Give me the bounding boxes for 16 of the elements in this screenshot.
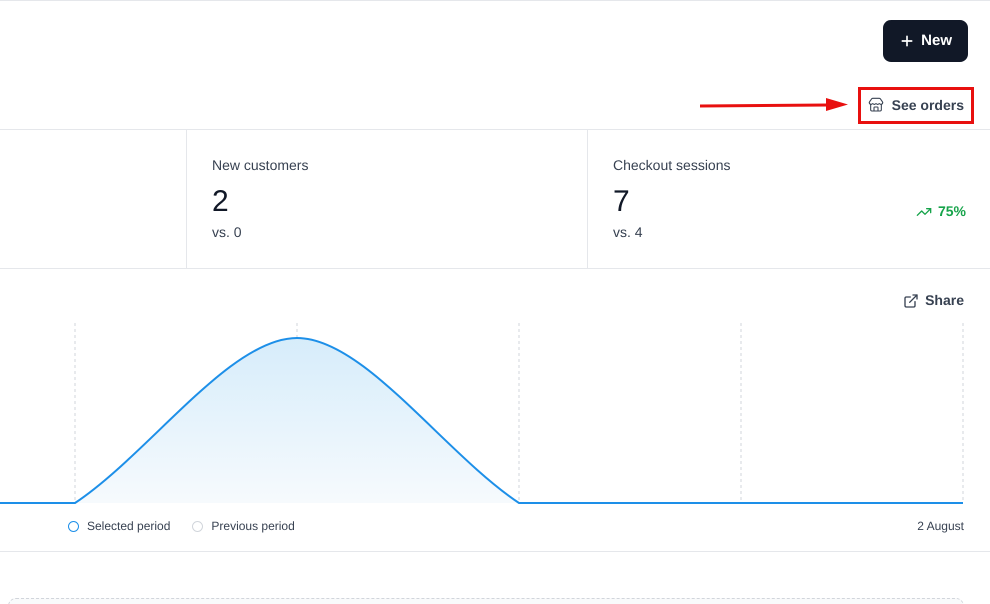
stat-value: 2 <box>212 184 230 220</box>
plus-icon <box>899 33 916 49</box>
stat-comparison: vs. 4 <box>613 223 644 242</box>
change-percentage: 75% <box>938 202 966 221</box>
stat-value: 7 <box>613 184 631 220</box>
share-button[interactable]: Share <box>903 290 964 311</box>
external-link-icon <box>903 292 920 308</box>
stat-comparison: vs. 0 <box>212 223 243 242</box>
legend-label: Previous period <box>211 518 295 535</box>
stat-label: New customers <box>212 156 308 175</box>
see-orders-button[interactable]: See orders <box>858 86 974 124</box>
legend-label: Selected period <box>87 518 170 535</box>
stat-label: Checkout sessions <box>613 156 731 175</box>
date-label: 2 August <box>917 518 964 535</box>
new-button[interactable]: New <box>883 20 968 62</box>
store-icon <box>868 97 884 113</box>
